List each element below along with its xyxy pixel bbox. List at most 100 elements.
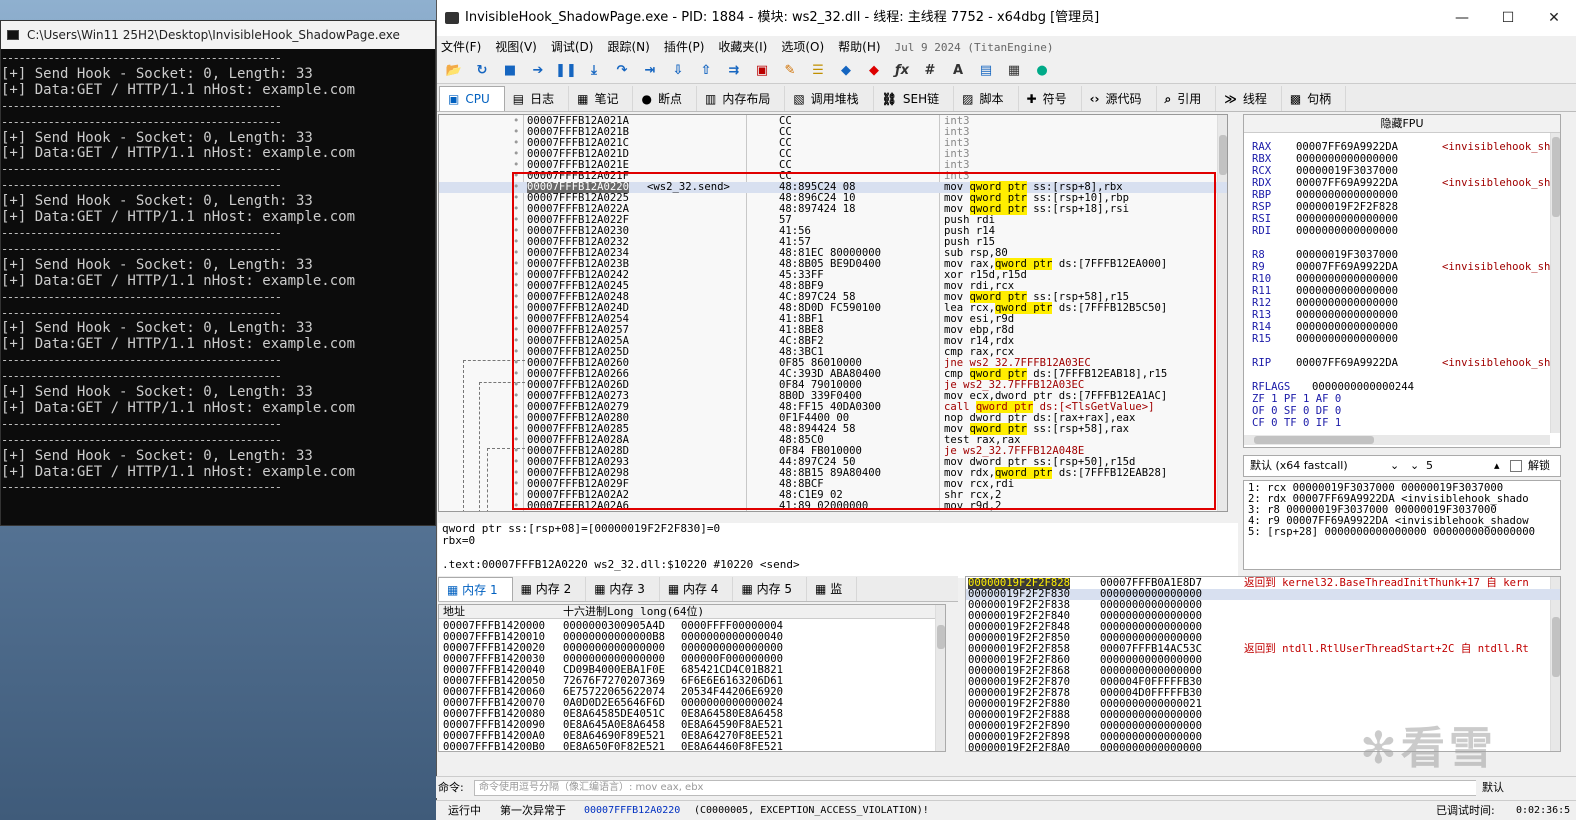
console-window[interactable]: C:\Users\Win11 25H2\Desktop\InvisibleHoo… (0, 20, 436, 526)
bookmarks-icon[interactable]: ◆ (863, 61, 885, 81)
register-row[interactable]: RIP 00007FF69A9922DA <invisiblehook_sh (1252, 357, 1550, 369)
tab-11[interactable]: ≫ 线程 (1216, 86, 1282, 111)
registers-panel[interactable]: 隐藏FPU RAX 00007FF69A9922DA <invisiblehook_… (1243, 114, 1561, 448)
register-value[interactable]: 0000000000000000 (1296, 333, 1398, 345)
register-row[interactable]: R15 0000000000000000 (1252, 333, 1398, 345)
step-into-icon[interactable]: ⤓ (583, 61, 605, 81)
menu-item[interactable]: 视图(V) (495, 40, 537, 54)
scylla-icon[interactable]: ▣ (751, 61, 773, 81)
register-value[interactable]: 00007FF69A9922DA (1296, 357, 1398, 369)
register-row[interactable]: RAX 00007FF69A9922DA <invisiblehook_sh (1252, 141, 1550, 153)
open-icon[interactable]: 📂 (443, 61, 465, 81)
register-row[interactable]: RBX 0000000000000000 (1252, 153, 1398, 165)
register-value[interactable]: 00007FF69A9922DA (1296, 141, 1398, 153)
register-value[interactable]: 0000000000000000 (1296, 273, 1398, 285)
rflags-row[interactable]: RFLAGS 0000000000000244 (1252, 381, 1414, 393)
pause-icon[interactable]: ❚❚ (555, 61, 577, 81)
register-value[interactable]: 0000000000000000 (1296, 285, 1398, 297)
trace-over-icon[interactable]: ⇩ (667, 61, 689, 81)
registers-scrollbar[interactable] (1550, 133, 1560, 433)
register-row[interactable]: RBP 0000000000000000 (1252, 189, 1398, 201)
memory-dump[interactable]: 地址 十六进制Long long(64位) 00007FFFB1420000 00… (438, 604, 946, 752)
dump-tab-0[interactable]: ▦ 内存 1 (438, 577, 513, 601)
register-row[interactable]: R9 00007FF69A9922DA <invisiblehook_sh (1252, 261, 1550, 273)
trace-into-icon[interactable]: ⇥ (639, 61, 661, 81)
dump-tab-1[interactable]: ▦ 内存 2 (513, 577, 587, 601)
register-value[interactable]: 00007FF69A9922DA (1296, 261, 1398, 273)
spinner-up-icon[interactable]: ▴ (1494, 456, 1500, 476)
restart-icon[interactable]: ↻ (471, 61, 493, 81)
arguments-panel[interactable]: 1: rcx 00000019F3037000 00000019F3037000… (1243, 480, 1561, 570)
dump-row[interactable]: 00007FFFB14200B0 0E8A650F0F82E521 0E8A6446… (439, 742, 935, 752)
register-value[interactable]: 00000019F3037000 (1296, 165, 1398, 177)
flags-row[interactable]: CF 0 TF 0 IF 1 (1252, 417, 1341, 429)
register-value[interactable]: 00007FF69A9922DA (1296, 177, 1398, 189)
register-row[interactable]: RSP 00000019F2F2F828 (1252, 201, 1398, 213)
register-value[interactable]: 0000000000000000 (1296, 189, 1398, 201)
tab-8[interactable]: ✚ 符号 (1019, 86, 1082, 111)
tab-3[interactable]: ● 断点 (633, 86, 697, 111)
tab-7[interactable]: ▨ 脚本 (954, 86, 1019, 111)
menu-item[interactable]: 调试(D) (551, 40, 594, 54)
call-convention-select[interactable]: 默认 (x64 fastcall) (1250, 456, 1348, 476)
hide-fpu-toggle[interactable]: 隐藏FPU (1244, 115, 1560, 133)
tab-4[interactable]: ▥ 内存布局 (697, 86, 786, 111)
register-value[interactable]: 00000019F2F2F828 (1296, 201, 1398, 213)
minimize-button[interactable]: — (1439, 0, 1485, 36)
flags-row[interactable]: ZF 1 PF 1 AF 0 (1252, 393, 1341, 405)
tab-6[interactable]: ⛓ SEH链 (874, 86, 955, 111)
run-icon[interactable]: ➔ (527, 61, 549, 81)
register-value[interactable]: 0000000000000000 (1296, 213, 1398, 225)
argument-row[interactable]: 5: [rsp+28] 0000000000000000 00000000000… (1248, 527, 1556, 538)
dump-tab-4[interactable]: ▦ 内存 5 (733, 577, 808, 601)
tab-1[interactable]: ▤ 日志 (505, 86, 570, 111)
functions-icon[interactable]: ƒx (891, 61, 913, 81)
register-value[interactable]: 0000000000000000 (1296, 309, 1398, 321)
run-to-user-code-icon[interactable]: ⇉ (723, 61, 745, 81)
register-row[interactable]: R10 0000000000000000 (1252, 273, 1398, 285)
tab-10[interactable]: ⌕ 引用 (1157, 86, 1217, 111)
register-row[interactable]: RCX 00000019F3037000 (1252, 165, 1398, 177)
title-bar[interactable]: InvisibleHook_ShadowPage.exe - PID: 1884… (437, 0, 1576, 36)
globe-icon[interactable]: ● (1031, 61, 1053, 81)
menu-item[interactable]: 跟踪(N) (607, 40, 649, 54)
register-row[interactable]: RDI 0000000000000000 (1252, 225, 1398, 237)
register-value[interactable]: 00000019F3037000 (1296, 249, 1398, 261)
registers-hscrollbar[interactable] (1244, 435, 1550, 445)
exception-address[interactable]: 00007FFFB12A0220 (584, 801, 680, 820)
calculator-icon[interactable]: ▦ (1003, 61, 1025, 81)
patch-icon[interactable]: ✎ (779, 61, 801, 81)
arg-count-spinner[interactable]: 5 (1426, 456, 1433, 476)
execute-till-return-icon[interactable]: ⇧ (695, 61, 717, 81)
tab-2[interactable]: ▦ 笔记 (569, 86, 634, 111)
font-icon[interactable]: A (947, 61, 969, 81)
step-over-icon[interactable]: ↷ (611, 61, 633, 81)
register-row[interactable]: R14 0000000000000000 (1252, 321, 1398, 333)
register-row[interactable]: RDX 00007FF69A9922DA <invisiblehook_sh (1252, 177, 1550, 189)
register-row[interactable]: R11 0000000000000000 (1252, 285, 1398, 297)
register-value[interactable]: 0000000000000000 (1296, 153, 1398, 165)
maximize-button[interactable]: ☐ (1485, 0, 1531, 36)
close-button[interactable]: ✕ (1531, 0, 1576, 36)
strings-icon[interactable]: ▤ (975, 61, 997, 81)
menu-item[interactable]: 选项(O) (781, 40, 824, 54)
console-title-bar[interactable]: C:\Users\Win11 25H2\Desktop\InvisibleHoo… (1, 21, 435, 49)
command-input[interactable]: 命令使用逗号分隔（像汇编语言）: mov eax, ebx (474, 780, 1504, 796)
tab-12[interactable]: ▩ 句柄 (1282, 86, 1347, 111)
menu-item[interactable]: 收藏夹(I) (718, 40, 767, 54)
dump-tab-2[interactable]: ▦ 内存 3 (586, 577, 660, 601)
unlock-checkbox[interactable] (1510, 460, 1522, 472)
comments-icon[interactable]: ☰ (807, 61, 829, 81)
register-value[interactable]: 0000000000000000 (1296, 225, 1398, 237)
stop-icon[interactable]: ■ (499, 61, 521, 81)
tab-0[interactable]: ▣ CPU (439, 86, 505, 111)
register-row[interactable]: R13 0000000000000000 (1252, 309, 1398, 321)
tab-5[interactable]: ▧ 调用堆栈 (785, 86, 874, 111)
menu-item[interactable]: 插件(P) (664, 40, 705, 54)
register-row[interactable]: R12 0000000000000000 (1252, 297, 1398, 309)
menu-item[interactable]: 帮助(H) (838, 40, 880, 54)
chevron-down-icon[interactable]: ⌄ (1390, 456, 1399, 476)
default-dropdown[interactable]: 默认 (1476, 777, 1510, 799)
register-row[interactable]: R8 00000019F3037000 (1252, 249, 1398, 261)
hash-icon[interactable]: # (919, 61, 941, 81)
